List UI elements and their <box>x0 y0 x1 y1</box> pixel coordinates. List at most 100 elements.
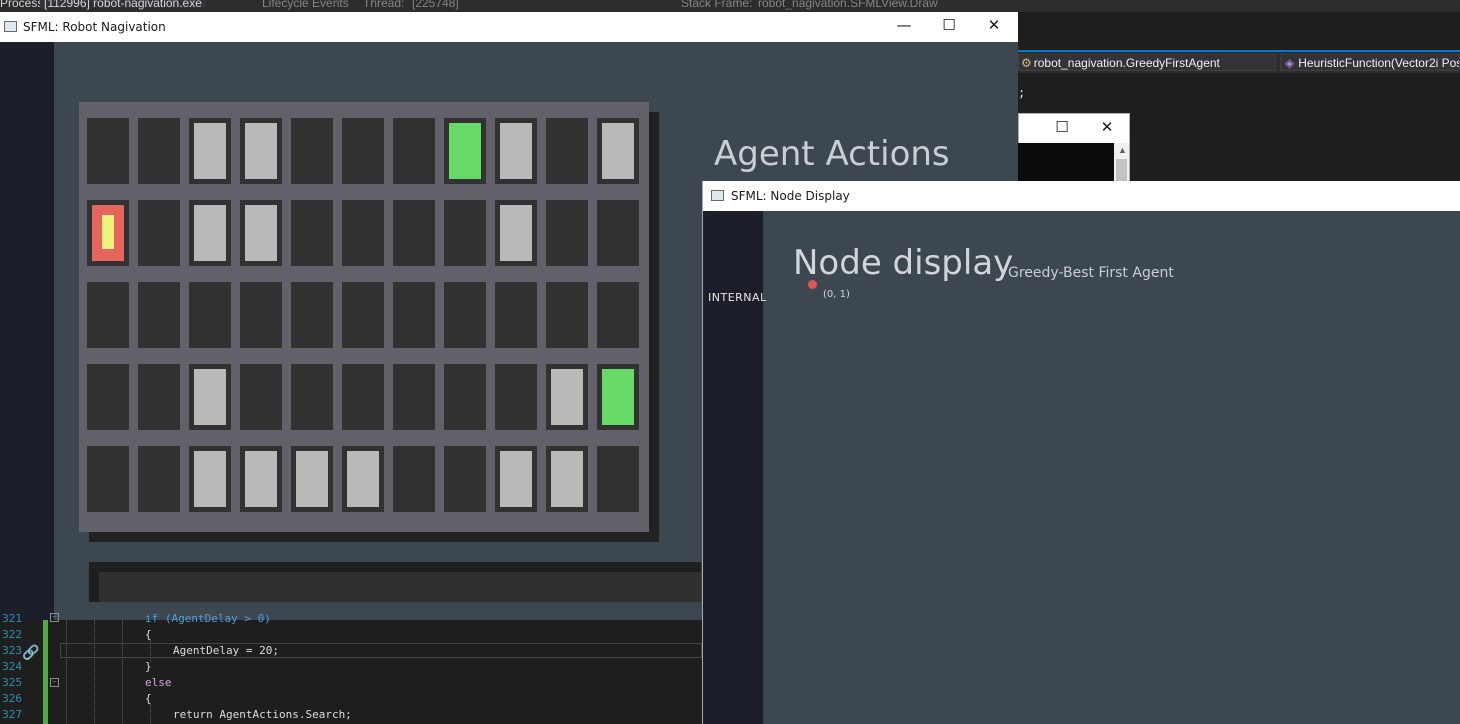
robot-window-title: SFML: Robot Nagivation <box>23 20 166 34</box>
line-number: 325 <box>2 676 22 689</box>
grid-cell-empty <box>291 200 333 266</box>
indent-guide <box>150 704 151 724</box>
grid-cell-empty <box>495 282 537 348</box>
sfml-app-icon <box>4 21 17 32</box>
class-dropdown[interactable]: ⚙ robot_nagivation.GreedyFirstAgent <box>1018 54 1276 71</box>
close-icon[interactable]: ✕ <box>1092 120 1122 135</box>
member-dropdown-label: HeuristicFunction(Vector2i Pos <box>1298 56 1460 70</box>
grid-cell-empty <box>393 200 435 266</box>
grid-cell-empty <box>240 364 282 430</box>
wall-block <box>245 451 277 507</box>
empty-tile <box>398 369 430 425</box>
grid-cell-empty <box>138 200 180 266</box>
line-number: 321 <box>2 612 22 625</box>
empty-tile <box>398 287 430 343</box>
grid-cell-empty <box>291 118 333 184</box>
node-display-heading: Node display <box>793 243 1014 283</box>
grid-cell-empty <box>342 282 384 348</box>
wall-block <box>194 123 226 179</box>
indent-guide <box>122 620 123 724</box>
empty-tile <box>449 287 481 343</box>
empty-tile <box>398 123 430 179</box>
node-sidebar: INTERNAL <box>703 211 766 724</box>
grid-cell-empty <box>444 364 486 430</box>
line-number: 326 <box>2 692 22 705</box>
grid-cell-wall <box>597 118 639 184</box>
node-window-titlebar[interactable]: SFML: Node Display <box>703 181 1460 211</box>
agent-marker <box>92 205 124 261</box>
vs-navigation-bar: ⚙ robot_nagivation.GreedyFirstAgent ◈ Heur… <box>1018 50 1460 73</box>
grid-cell-empty <box>444 200 486 266</box>
wall-block <box>500 205 532 261</box>
process-dropdown[interactable]: [112996] robot-nagivation.exe <box>40 0 206 9</box>
thread-dropdown[interactable]: [225748] <box>412 0 459 9</box>
member-dropdown[interactable]: ◈ HeuristicFunction(Vector2i Pos <box>1280 54 1460 71</box>
empty-tile <box>296 287 328 343</box>
agent-name-subtitle: Greedy-Best First Agent <box>1008 265 1174 281</box>
line-number: 324 <box>2 660 22 673</box>
grid-cell-empty <box>342 200 384 266</box>
wall-block <box>500 123 532 179</box>
wall-block <box>194 205 226 261</box>
empty-tile <box>551 287 583 343</box>
empty-tile <box>245 287 277 343</box>
robot-window-titlebar[interactable]: SFML: Robot Nagivation — ☐ ✕ <box>0 12 1018 42</box>
grid-cell-wall <box>495 118 537 184</box>
wall-block <box>245 205 277 261</box>
node-window-title: SFML: Node Display <box>731 189 850 203</box>
robot-sidebar <box>0 42 54 620</box>
console-scrollbar[interactable]: ▲ <box>1114 143 1129 183</box>
line-number: 327 <box>2 708 22 721</box>
maximize-icon[interactable]: ☐ <box>934 18 964 33</box>
console-body <box>1018 143 1118 183</box>
minimize-icon[interactable]: — <box>889 18 919 33</box>
grid-cell-wall <box>291 446 333 512</box>
stackframe-dropdown[interactable]: robot_nagivation.SFMLView.Draw <box>758 0 938 9</box>
lifecycle-events-dropdown[interactable]: Lifecycle Events <box>262 0 349 9</box>
empty-tile <box>347 287 379 343</box>
empty-tile <box>143 287 175 343</box>
scrollbar-thumb[interactable] <box>1116 159 1127 181</box>
empty-tile <box>143 369 175 425</box>
empty-tile <box>92 123 124 179</box>
code-line: } <box>145 660 152 673</box>
agent-actions-heading: Agent Actions <box>714 134 950 174</box>
empty-tile <box>449 451 481 507</box>
grid-cell-wall <box>546 446 588 512</box>
grid-cell-empty <box>546 282 588 348</box>
grid-cell-empty <box>291 282 333 348</box>
grid-cell-empty <box>393 364 435 430</box>
empty-tile <box>551 123 583 179</box>
internal-tab[interactable]: INTERNAL <box>708 291 767 304</box>
grid-cell-wall <box>240 200 282 266</box>
thread-label: Thread: <box>363 0 405 10</box>
grid-cell-agent <box>87 200 129 266</box>
grid-cell-empty <box>597 446 639 512</box>
scroll-up-icon[interactable]: ▲ <box>1118 145 1127 155</box>
fold-toggle[interactable]: − <box>50 613 59 622</box>
fold-toggle[interactable]: − <box>50 678 59 687</box>
grid-cell-empty <box>87 446 129 512</box>
grid-cell-wall <box>189 364 231 430</box>
code-line: if (AgentDelay > 0) <box>145 612 271 625</box>
grid-cell-empty <box>138 282 180 348</box>
grid-cell-empty <box>138 364 180 430</box>
maximize-icon[interactable]: ☐ <box>1047 120 1077 135</box>
grid-cell-wall <box>189 200 231 266</box>
close-icon[interactable]: ✕ <box>979 18 1009 33</box>
line-number: 322 <box>2 628 22 641</box>
grid-cell-empty <box>546 200 588 266</box>
vs-debug-toolbar: Process: [112996] robot-nagivation.exe L… <box>0 0 1460 12</box>
empty-tile <box>245 369 277 425</box>
empty-tile <box>500 369 532 425</box>
edit-continue-icon[interactable]: 🔗 <box>22 644 39 661</box>
grid-cell-empty <box>444 446 486 512</box>
empty-tile <box>347 369 379 425</box>
wall-block <box>551 451 583 507</box>
grid-cell-goal <box>444 118 486 184</box>
empty-tile <box>500 287 532 343</box>
empty-tile <box>143 205 175 261</box>
grid-cell-wall <box>240 118 282 184</box>
node-marker[interactable] <box>808 280 817 289</box>
grid-cell-empty <box>87 282 129 348</box>
